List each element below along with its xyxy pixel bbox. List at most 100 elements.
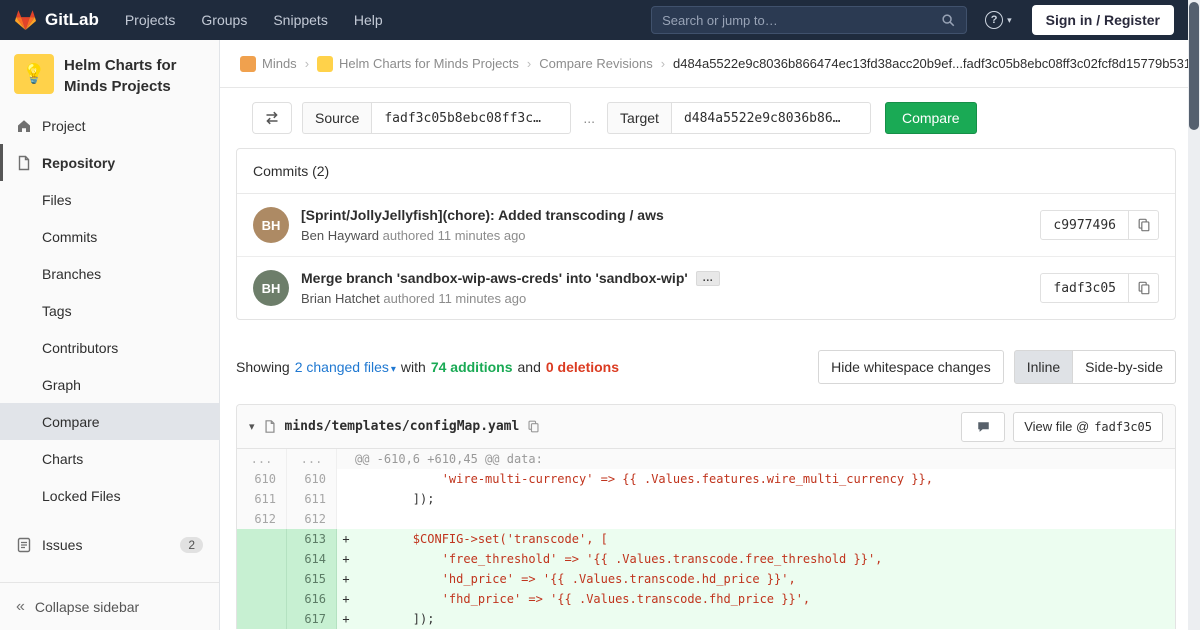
inline-view-button[interactable]: Inline <box>1013 350 1074 384</box>
sidebar-item-issues[interactable]: Issues 2 <box>0 526 219 563</box>
collapse-sidebar-button[interactable]: « Collapse sidebar <box>0 582 219 630</box>
commit-title-link[interactable]: Merge branch 'sandbox-wip-aws-creds' int… <box>301 270 688 286</box>
copy-sha-button[interactable] <box>1129 210 1159 240</box>
help-dropdown[interactable]: ? ▾ <box>985 11 1012 29</box>
user-avatar[interactable]: BH <box>253 270 289 306</box>
double-chevron-left-icon: « <box>16 597 25 615</box>
sidebar-item-project[interactable]: Project <box>0 107 219 144</box>
search-icon[interactable] <box>941 13 956 28</box>
sidebar-item-tags[interactable]: Tags <box>0 292 219 329</box>
commit-sha[interactable]: c9977496 <box>1040 210 1129 240</box>
line-sign: + <box>342 612 350 626</box>
question-icon: ? <box>985 11 1004 29</box>
old-line-number[interactable] <box>237 589 287 609</box>
breadcrumb-compare-revisions[interactable]: Compare Revisions <box>539 56 652 71</box>
new-line-number[interactable]: 612 <box>287 509 337 529</box>
old-line-number[interactable]: 610 <box>237 469 287 489</box>
commit-row: BH Merge branch 'sandbox-wip-aws-creds' … <box>237 256 1175 319</box>
old-line-number[interactable]: 611 <box>237 489 287 509</box>
commit-row: BH [Sprint/JollyJellyfish](chore): Added… <box>237 194 1175 256</box>
copy-icon <box>1137 218 1151 232</box>
copy-sha-button[interactable] <box>1129 273 1159 303</box>
source-ref-dropdown[interactable]: fadf3c05b8ebc08ff3c… <box>371 102 572 134</box>
new-line-number[interactable]: 615 <box>287 569 337 589</box>
compare-button[interactable]: Compare <box>884 102 977 134</box>
old-line-number[interactable] <box>237 529 287 549</box>
code-line: 'free_threshold' => '{{ .Values.transcod… <box>355 552 883 566</box>
commit-author-link[interactable]: Ben Hayward <box>301 228 379 243</box>
old-line-number[interactable] <box>237 549 287 569</box>
nav-link-projects[interactable]: Projects <box>125 12 176 28</box>
old-line-number[interactable]: 612 <box>237 509 287 529</box>
new-line-number[interactable]: 616 <box>287 589 337 609</box>
sidebar-item-charts[interactable]: Charts <box>0 440 219 477</box>
changed-files-dropdown[interactable]: 2 changed files ▾ <box>295 359 396 375</box>
old-line-number[interactable] <box>237 609 287 629</box>
user-avatar[interactable]: BH <box>253 207 289 243</box>
target-label: Target <box>607 102 671 134</box>
sidebar-item-contributors[interactable]: Contributors <box>0 329 219 366</box>
new-line-number[interactable]: 610 <box>287 469 337 489</box>
home-icon <box>16 118 32 134</box>
line-sign: + <box>342 592 350 606</box>
target-ref-dropdown[interactable]: d484a5522e9c8036b86… <box>670 102 871 134</box>
search-box <box>651 6 968 34</box>
old-line-number: ... <box>237 449 287 469</box>
scrollbar-thumb[interactable] <box>1189 2 1199 130</box>
new-line-number[interactable]: 611 <box>287 489 337 509</box>
commits-panel: Commits (2) BH [Sprint/JollyJellyfish](c… <box>236 148 1176 320</box>
breadcrumb-label: Compare Revisions <box>539 56 653 71</box>
swap-revisions-button[interactable] <box>252 102 292 134</box>
diff-file-header: ▾ minds/templates/configMap.yaml View fi… <box>237 405 1175 449</box>
sidebar-item-repository[interactable]: Repository <box>0 144 219 181</box>
sidebar-item-locked-files[interactable]: Locked Files <box>0 477 219 514</box>
old-line-number[interactable] <box>237 569 287 589</box>
toggle-comments-button[interactable] <box>961 411 1006 442</box>
new-line-number[interactable]: 613 <box>287 529 337 549</box>
collapse-file-chevron-icon[interactable]: ▾ <box>249 420 255 433</box>
collapse-sidebar-label: Collapse sidebar <box>34 598 140 615</box>
search-input[interactable] <box>662 12 942 28</box>
diff-file-path[interactable]: minds/templates/configMap.yaml <box>285 419 520 434</box>
diff-summary-bar: Showing 2 changed files ▾ with 74 additio… <box>236 350 1176 384</box>
hide-whitespace-button[interactable]: Hide whitespace changes <box>818 350 1004 384</box>
commit-sha[interactable]: fadf3c05 <box>1040 273 1129 303</box>
commit-author-link[interactable]: Brian Hatchet <box>301 291 380 306</box>
sidebar-item-graph[interactable]: Graph <box>0 366 219 403</box>
side-by-side-view-button[interactable]: Side-by-side <box>1072 350 1176 384</box>
project-avatar: 💡 <box>14 54 54 94</box>
page-scrollbar[interactable] <box>1188 0 1200 630</box>
changed-files-label: 2 changed files <box>294 359 389 375</box>
code-line: 'hd_price' => '{{ .Values.transcode.hd_p… <box>355 572 796 586</box>
breadcrumb: Minds › Helm Charts for Minds Projects ›… <box>220 40 1188 88</box>
breadcrumb-separator-icon: › <box>304 56 310 71</box>
main-content: Minds › Helm Charts for Minds Projects ›… <box>220 40 1188 630</box>
nav-link-snippets[interactable]: Snippets <box>273 12 327 28</box>
line-sign: + <box>342 532 350 546</box>
sidebar-item-commits[interactable]: Commits <box>0 218 219 255</box>
new-line-number[interactable]: 617 <box>287 609 337 629</box>
line-sign <box>337 489 355 509</box>
commit-title-line: Merge branch 'sandbox-wip-aws-creds' int… <box>301 270 720 286</box>
sidebar-item-branches[interactable]: Branches <box>0 255 219 292</box>
sidebar-section-gap <box>0 514 219 526</box>
comment-icon <box>976 420 991 434</box>
new-line-number[interactable]: 614 <box>287 549 337 569</box>
expand-commit-description-button[interactable]: … <box>695 270 720 286</box>
project-header[interactable]: 💡 Helm Charts for Minds Projects <box>0 40 219 107</box>
commit-title-link[interactable]: [Sprint/JollyJellyfish](chore): Added tr… <box>301 207 664 223</box>
view-file-button[interactable]: View file @ fadf3c05 <box>1013 411 1163 442</box>
sidebar-item-files[interactable]: Files <box>0 181 219 218</box>
line-sign: + <box>342 552 350 566</box>
nav-link-help[interactable]: Help <box>354 12 383 28</box>
commit-body: [Sprint/JollyJellyfish](chore): Added tr… <box>301 207 664 243</box>
breadcrumb-minds[interactable]: Minds <box>240 55 297 72</box>
gitlab-logo[interactable]: GitLab <box>14 9 99 31</box>
sign-in-button[interactable]: Sign in / Register <box>1031 5 1174 35</box>
commits-panel-header: Commits (2) <box>237 149 1175 194</box>
top-navbar: GitLab Projects Groups Snippets Help ? ▾… <box>0 0 1188 40</box>
breadcrumb-project[interactable]: Helm Charts for Minds Projects <box>317 55 519 72</box>
nav-link-groups[interactable]: Groups <box>201 12 247 28</box>
copy-file-path-button[interactable] <box>527 420 540 433</box>
sidebar-item-compare[interactable]: Compare <box>0 403 219 440</box>
